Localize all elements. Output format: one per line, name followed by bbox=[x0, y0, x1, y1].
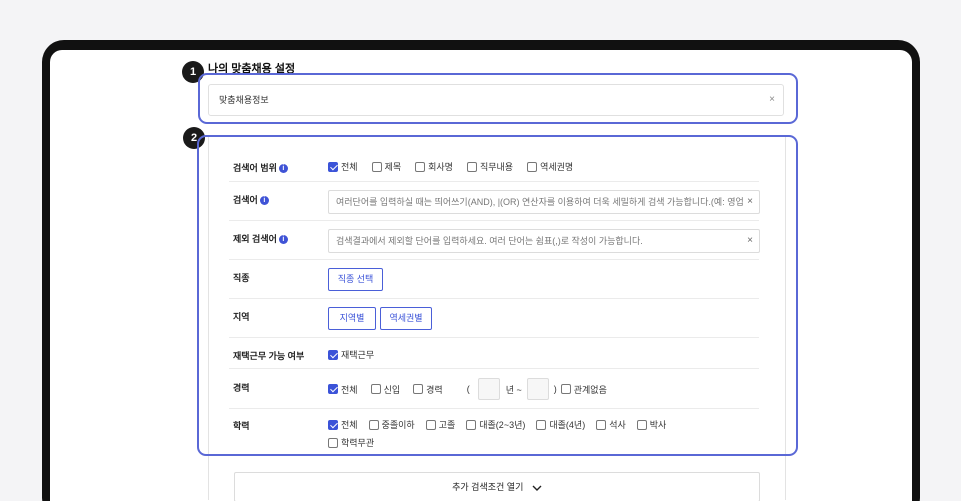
more-conditions-button[interactable]: 추가 검색조건 열기 bbox=[234, 472, 760, 501]
checkbox[interactable] bbox=[370, 384, 381, 394]
checkbox-checked[interactable] bbox=[328, 349, 338, 360]
career-option-experienced[interactable]: 경력 bbox=[413, 383, 443, 396]
profile-name-input[interactable]: 맞춤채용정보 × bbox=[208, 84, 784, 116]
career-max-year-input[interactable] bbox=[526, 378, 549, 400]
row-divider bbox=[229, 181, 759, 182]
education-option-doctor[interactable]: 박사 bbox=[636, 418, 666, 431]
exclude-input[interactable]: 검색결과에서 제외할 단어를 입력하세요. 여러 단어는 쉼표(,)로 작성이 … bbox=[328, 229, 760, 253]
remote-option[interactable]: 재택근무 bbox=[328, 348, 374, 361]
row-divider bbox=[229, 298, 759, 299]
more-conditions-label: 추가 검색조건 열기 bbox=[452, 482, 524, 492]
clear-icon[interactable]: × bbox=[744, 191, 753, 213]
checkbox[interactable] bbox=[466, 161, 477, 172]
row-divider bbox=[229, 368, 759, 369]
career-option-all[interactable]: 전체 bbox=[328, 383, 358, 396]
row-divider bbox=[229, 408, 759, 409]
education-option-college[interactable]: 대졸(2~3년) bbox=[466, 418, 525, 431]
scope-option-title[interactable]: 제목 bbox=[371, 160, 401, 173]
keyword-input[interactable]: 여러단어를 입력하실 때는 띄어쓰기(AND), |(OR) 연산자를 이용하여… bbox=[328, 190, 760, 214]
region-label: 지역 bbox=[233, 312, 250, 322]
checkbox[interactable] bbox=[466, 419, 477, 430]
career-options: 전체 신입 경력 ( 년 ~ ) 관계없음 bbox=[328, 378, 607, 400]
station-button[interactable]: 역세권별 bbox=[380, 307, 432, 330]
chevron-down-icon bbox=[532, 485, 542, 491]
education-options: 전체 중졸이하 고졸 대졸(2~3년) 대졸(4년) 석사 박사 bbox=[328, 418, 666, 431]
row-divider bbox=[229, 259, 759, 260]
info-icon[interactable]: i bbox=[259, 196, 269, 205]
checkbox[interactable] bbox=[596, 419, 607, 430]
keyword-label: 검색어 i bbox=[233, 193, 269, 206]
checkbox[interactable] bbox=[413, 384, 424, 394]
checkbox-checked[interactable] bbox=[328, 384, 338, 394]
career-label: 경력 bbox=[233, 383, 250, 393]
checkbox[interactable] bbox=[527, 161, 538, 172]
education-option-middle[interactable]: 중졸이하 bbox=[368, 418, 415, 431]
exclude-label: 제외 검색어 i bbox=[233, 232, 288, 245]
checkbox[interactable] bbox=[636, 419, 647, 430]
checkbox-checked[interactable] bbox=[328, 161, 338, 172]
year-separator: 년 ~ bbox=[505, 384, 522, 395]
scope-option-company[interactable]: 회사명 bbox=[415, 160, 453, 173]
row-divider bbox=[229, 337, 759, 338]
checkbox[interactable] bbox=[536, 419, 547, 430]
education-option-all[interactable]: 전체 bbox=[328, 418, 358, 431]
education-option-university[interactable]: 대졸(4년) bbox=[536, 418, 585, 431]
job-label: 직종 bbox=[233, 273, 250, 283]
scope-option-station[interactable]: 역세권명 bbox=[527, 160, 573, 173]
scope-options: 전체 제목 회사명 직무내용 역세권명 bbox=[328, 160, 573, 173]
row-divider bbox=[229, 220, 759, 221]
checkbox[interactable] bbox=[560, 384, 571, 394]
region-button[interactable]: 지역별 bbox=[328, 307, 376, 330]
education-label: 학력 bbox=[233, 421, 250, 431]
scope-option-all[interactable]: 전체 bbox=[328, 160, 358, 173]
info-icon[interactable]: i bbox=[278, 164, 288, 173]
checkbox[interactable] bbox=[415, 161, 426, 172]
exclude-placeholder: 검색결과에서 제외할 단어를 입력하세요. 여러 단어는 쉼표(,)로 작성이 … bbox=[336, 236, 643, 246]
info-icon[interactable]: i bbox=[278, 235, 288, 244]
keyword-placeholder: 여러단어를 입력하실 때는 띄어쓰기(AND), |(OR) 연산자를 이용하여… bbox=[336, 197, 744, 207]
close-paren: ) bbox=[553, 384, 557, 394]
scope-label: 검색어 범위 i bbox=[233, 161, 288, 174]
education-option-high[interactable]: 고졸 bbox=[425, 418, 455, 431]
career-option-new[interactable]: 신입 bbox=[370, 383, 400, 396]
career-option-irrelevant[interactable]: 관계없음 bbox=[560, 383, 607, 396]
checkbox-checked[interactable] bbox=[328, 419, 338, 430]
checkbox[interactable] bbox=[328, 437, 338, 448]
checkbox[interactable] bbox=[371, 161, 382, 172]
checkbox[interactable] bbox=[368, 419, 379, 430]
profile-name-value: 맞춤채용정보 bbox=[219, 95, 269, 105]
scope-option-duty[interactable]: 직무내용 bbox=[466, 160, 513, 173]
open-paren: ( bbox=[466, 384, 470, 394]
clear-icon[interactable]: × bbox=[747, 230, 753, 252]
education-option-any[interactable]: 학력무관 bbox=[328, 436, 374, 449]
career-min-year-input[interactable] bbox=[477, 378, 500, 400]
education-option-master[interactable]: 석사 bbox=[596, 418, 626, 431]
clear-icon[interactable]: × bbox=[769, 85, 775, 115]
remote-label: 재택근무 가능 여부 bbox=[233, 351, 305, 361]
checkbox[interactable] bbox=[425, 419, 436, 430]
job-select-button[interactable]: 직종 선택 bbox=[328, 268, 383, 291]
